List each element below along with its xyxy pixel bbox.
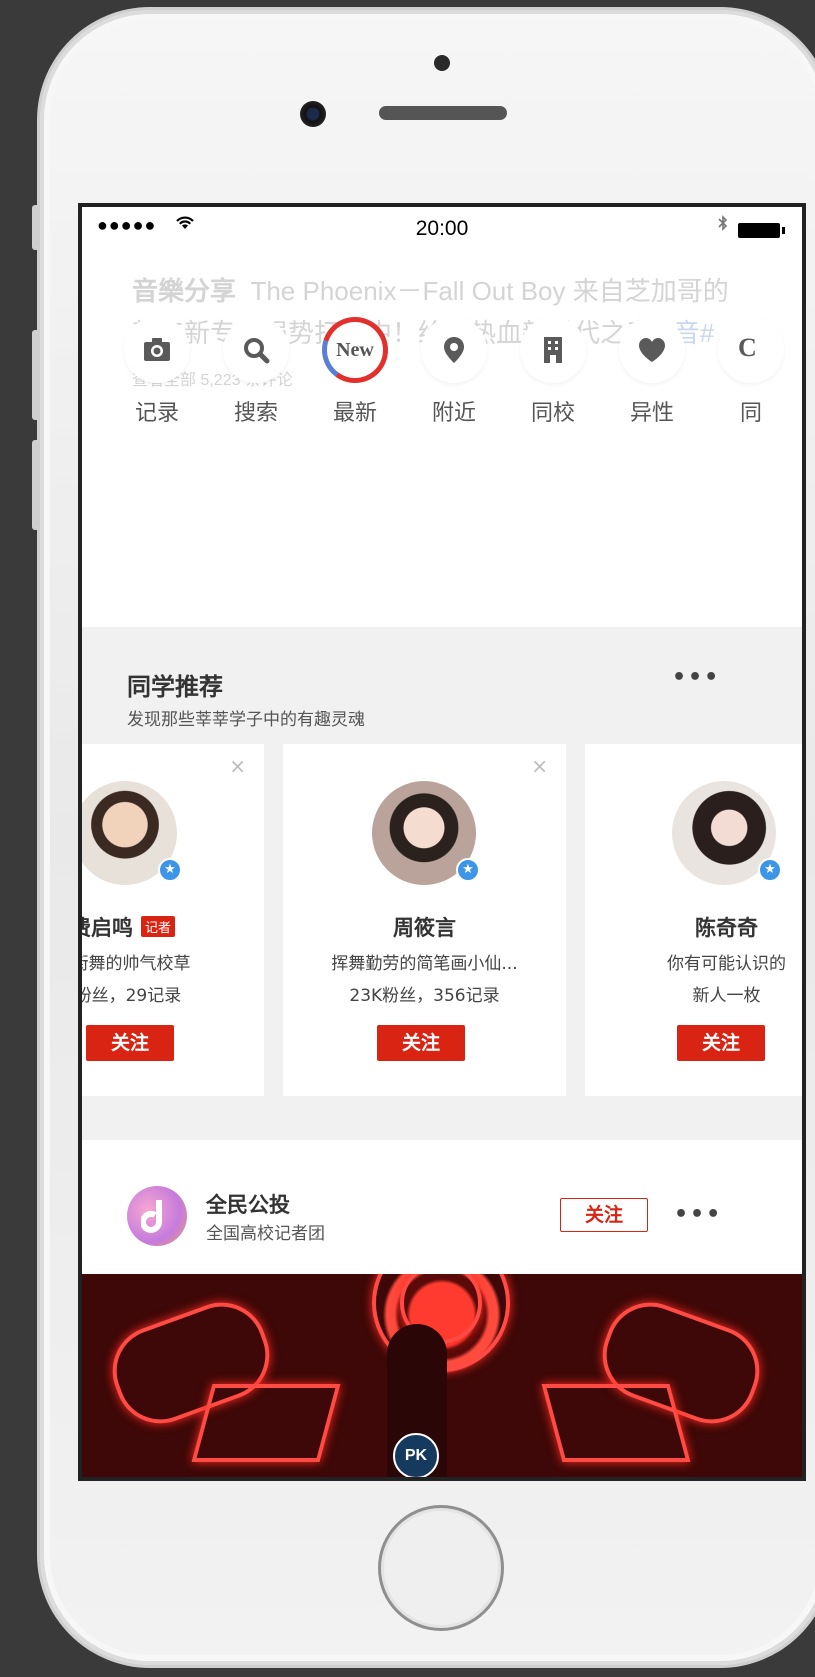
new-badge-icon: New bbox=[322, 317, 388, 383]
verified-star-icon: ★ bbox=[456, 858, 480, 882]
home-button[interactable] bbox=[378, 1505, 504, 1631]
card-name: 周筱言 bbox=[393, 916, 456, 940]
quick-nav-nearby[interactable]: 附近 bbox=[419, 317, 489, 427]
card-description: 挥舞勤劳的简笔画小仙... bbox=[331, 954, 518, 974]
recommend-more-icon[interactable]: ••• bbox=[672, 665, 720, 690]
quick-nav-record[interactable]: 记录 bbox=[122, 317, 192, 427]
quick-nav-search[interactable]: 搜索 bbox=[221, 317, 291, 427]
quick-nav-same-school[interactable]: 同校 bbox=[518, 317, 588, 427]
card-stats: 5粉丝，29记录 bbox=[82, 986, 182, 1006]
verified-star-icon: ★ bbox=[158, 858, 182, 882]
neon-piano bbox=[541, 1384, 691, 1462]
quick-nav-label: 同 bbox=[739, 401, 762, 426]
close-icon[interactable]: × bbox=[229, 754, 246, 778]
card-name-text: 费启鸣 bbox=[82, 916, 133, 940]
follow-button[interactable]: 关注 bbox=[86, 1025, 174, 1061]
follow-button[interactable]: 关注 bbox=[677, 1025, 765, 1061]
ghost-post-line-1: 音樂分享 The Phoenix－Fall Out Boy 来自芝加哥的 bbox=[132, 271, 729, 308]
reporter-badge: 记者 bbox=[140, 916, 175, 937]
pk-badge[interactable]: PK bbox=[393, 1433, 439, 1477]
earpiece-speaker bbox=[379, 106, 507, 120]
partial-icon-text: C bbox=[738, 333, 757, 362]
quick-nav-panel: 音樂分享 The Phoenix－Fall Out Boy 来自芝加哥的 新年新… bbox=[82, 251, 802, 631]
quick-nav-opposite-sex[interactable]: 异性 bbox=[617, 317, 687, 427]
phone-screen: ●●●●● 20:00 音樂分享 The Phoenix－Fall Out Bo… bbox=[78, 203, 806, 1481]
camera-icon bbox=[124, 317, 190, 383]
card-name: 费启鸣记者 bbox=[82, 912, 264, 942]
bluetooth-icon bbox=[718, 215, 728, 236]
search-icon bbox=[223, 317, 289, 383]
card-description: 跳街舞的帅气校草 bbox=[82, 954, 191, 974]
card-stats: 新人一枚 bbox=[692, 986, 761, 1006]
quick-nav-label: 异性 bbox=[629, 401, 674, 426]
follow-button[interactable]: 关注 bbox=[560, 1198, 648, 1232]
verified-star-icon: ★ bbox=[758, 858, 782, 882]
recommend-title: 同学推荐 bbox=[127, 673, 223, 701]
quick-nav-label: 记录 bbox=[134, 401, 179, 426]
building-icon bbox=[520, 317, 586, 383]
recommend-card[interactable]: ★ 陈奇奇 你有可能认识的 新人一枚 关注 bbox=[585, 744, 802, 1096]
feed-more-icon[interactable]: ••• bbox=[674, 1202, 722, 1227]
new-badge-text: New bbox=[327, 322, 383, 378]
card-description: 你有可能认识的 bbox=[667, 954, 786, 974]
front-camera bbox=[300, 101, 326, 127]
location-pin-icon bbox=[421, 317, 487, 383]
partial-icon: C bbox=[718, 317, 784, 383]
recommend-card[interactable]: × ★ 费启鸣记者 跳街舞的帅气校草 5粉丝，29记录 关注 bbox=[82, 744, 264, 1096]
quick-nav-latest[interactable]: New 最新 bbox=[320, 317, 390, 427]
neon-piano bbox=[191, 1384, 341, 1462]
proximity-sensor bbox=[434, 55, 450, 71]
recommend-card[interactable]: × ★ 周筱言 挥舞勤劳的简笔画小仙... 23K粉丝，356记录 关注 bbox=[283, 744, 566, 1096]
volume-down-button bbox=[32, 440, 40, 530]
close-icon[interactable]: × bbox=[531, 754, 548, 778]
feed-cover-image[interactable]: PK bbox=[82, 1274, 802, 1477]
follow-button[interactable]: 关注 bbox=[377, 1025, 465, 1061]
recommend-subtitle: 发现那些莘莘学子中的有趣灵魂 bbox=[127, 710, 365, 730]
battery-icon bbox=[738, 223, 785, 238]
status-bar: ●●●●● 20:00 bbox=[82, 207, 802, 251]
volume-up-button bbox=[32, 330, 40, 420]
card-name: 陈奇奇 bbox=[695, 916, 758, 940]
quick-nav-label: 附近 bbox=[431, 401, 476, 426]
music-note-icon[interactable] bbox=[127, 1186, 187, 1246]
heart-icon bbox=[619, 317, 685, 383]
mute-switch bbox=[32, 205, 40, 250]
feed-author-subtitle: 全国高校记者团 bbox=[206, 1224, 325, 1244]
quick-nav-label: 搜索 bbox=[233, 401, 278, 426]
feed-post-header: 全民公投 全国高校记者团 关注 ••• bbox=[82, 1140, 802, 1274]
ghost-post-tag: 音樂分享 bbox=[132, 276, 237, 306]
quick-nav-label: 同校 bbox=[530, 401, 575, 426]
quick-nav-label: 最新 bbox=[332, 401, 377, 426]
status-time: 20:00 bbox=[415, 217, 469, 240]
quick-nav-more[interactable]: C 同 bbox=[716, 317, 786, 427]
feed-author-name[interactable]: 全民公投 bbox=[206, 1189, 290, 1219]
card-stats: 23K粉丝，356记录 bbox=[349, 986, 500, 1006]
ghost-post-text: The Phoenix－Fall Out Boy 来自芝加哥的 bbox=[250, 276, 729, 306]
